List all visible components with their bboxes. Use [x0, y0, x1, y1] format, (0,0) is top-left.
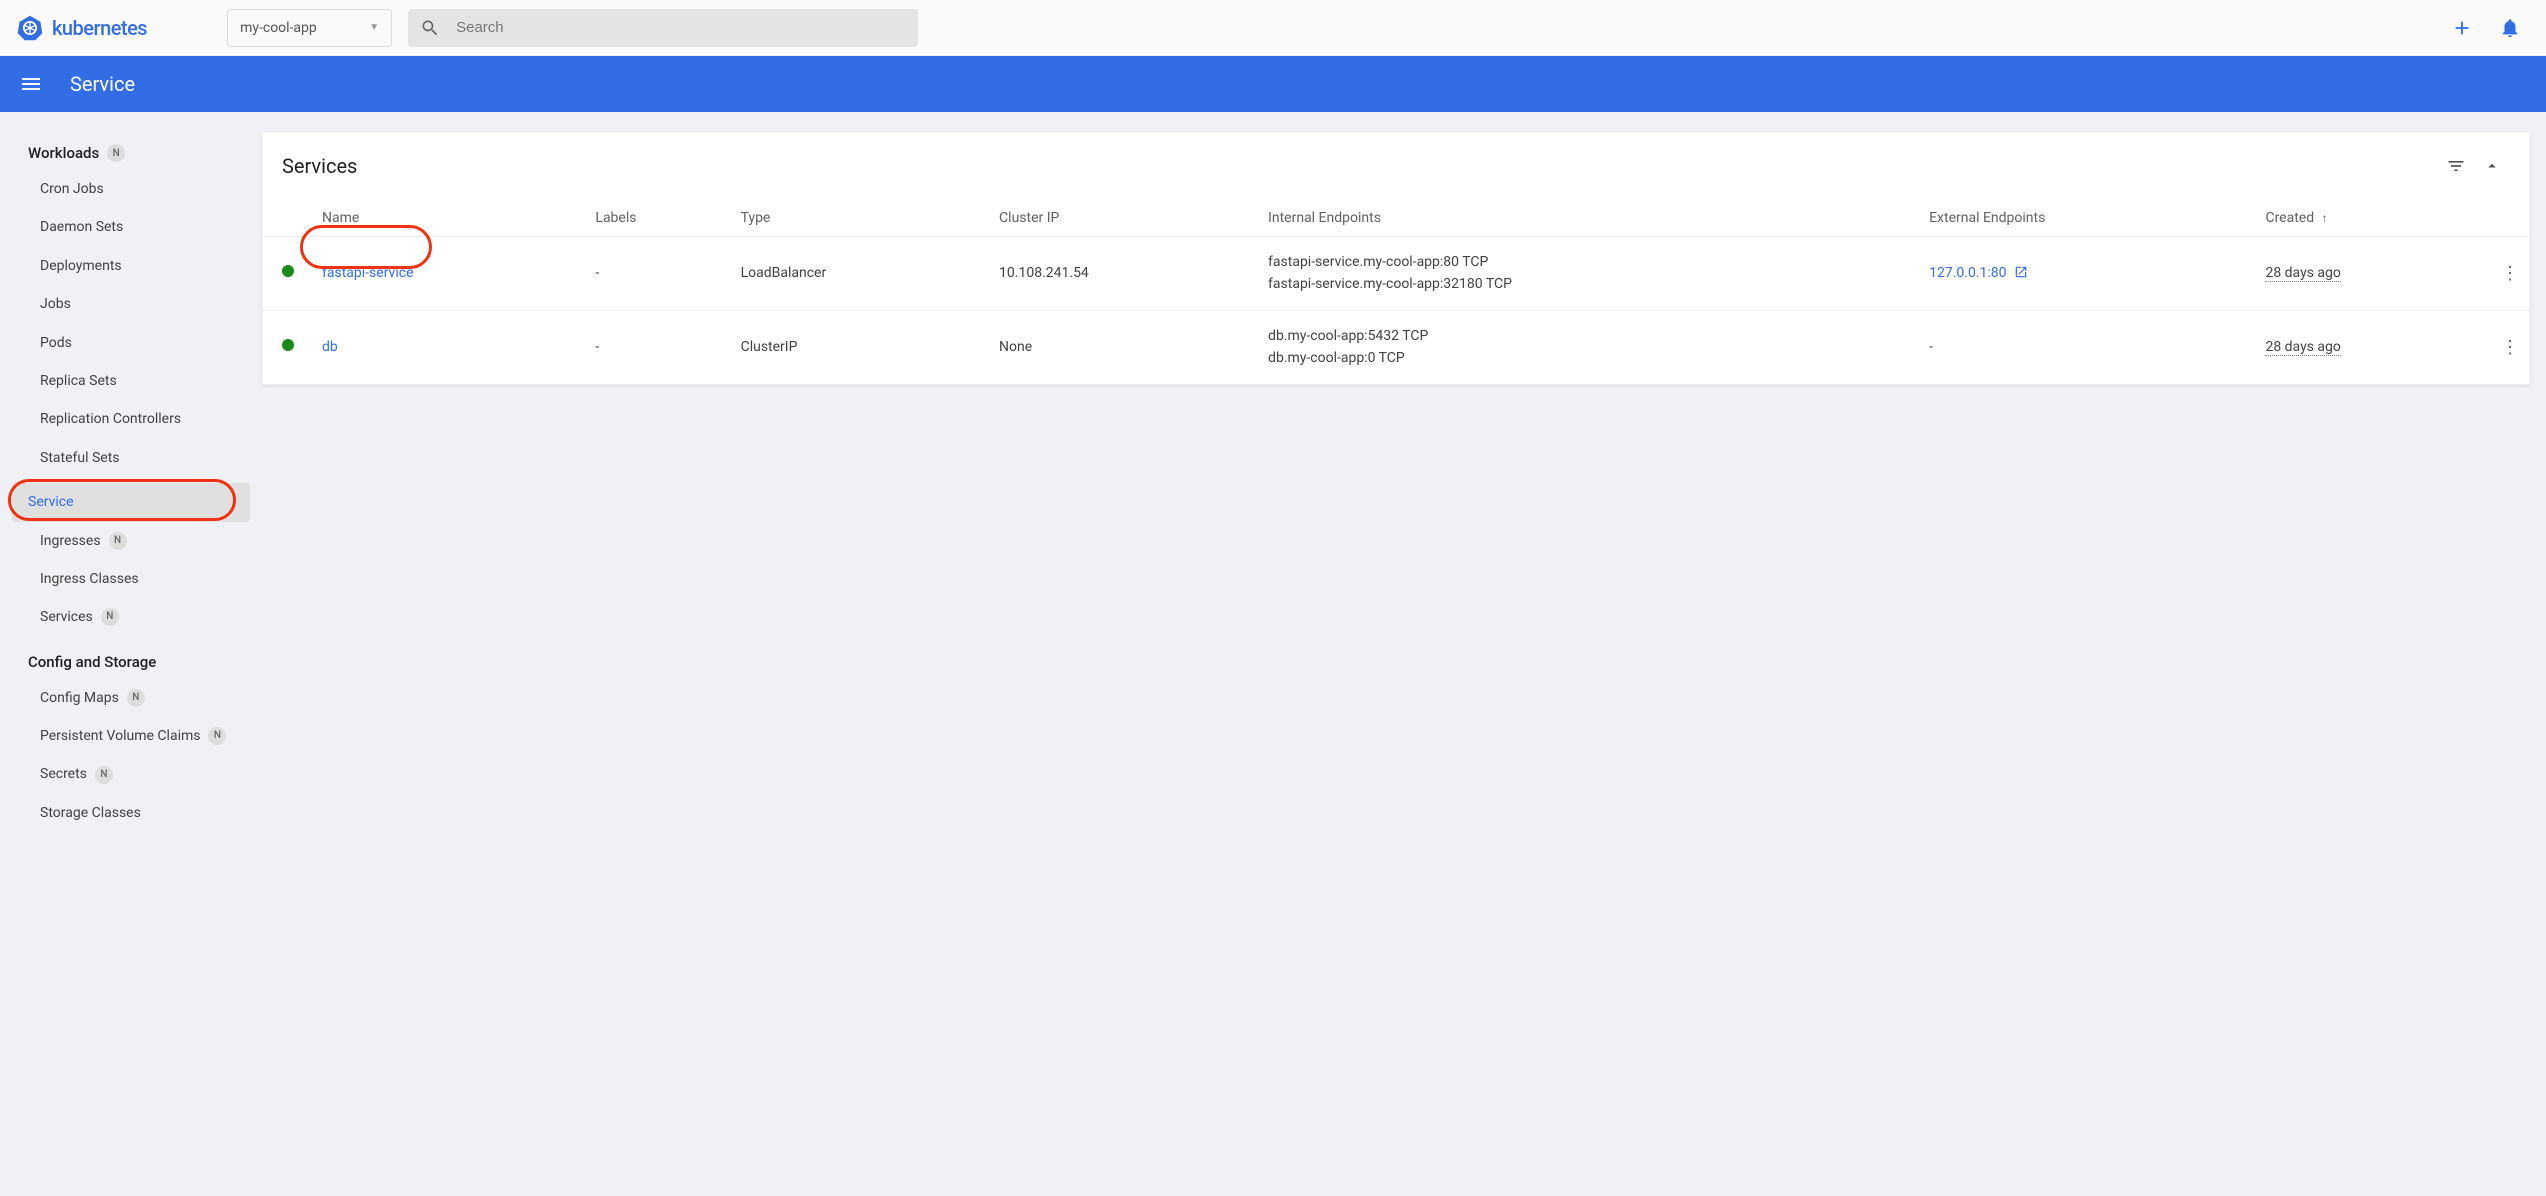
card-title: Services: [282, 154, 2438, 178]
filter-icon: [2446, 156, 2466, 176]
top-header: kubernetes my-cool-app ▼: [0, 0, 2546, 56]
cell-external-ep: 127.0.0.1:80: [1921, 237, 2257, 311]
cell-cluster-ip: None: [991, 310, 1260, 384]
sidebar-section-label: Workloads: [28, 144, 99, 162]
col-type[interactable]: Type: [733, 200, 991, 237]
col-internal-ep[interactable]: Internal Endpoints: [1260, 200, 1921, 237]
namespace-value: my-cool-app: [240, 20, 317, 36]
table-row: fastapi-service - LoadBalancer 10.108.24…: [262, 237, 2530, 311]
sidebar-item-pvc[interactable]: Persistent Volume Claims N: [0, 717, 262, 755]
sidebar-section-config-storage[interactable]: Config and Storage: [0, 645, 262, 679]
external-endpoint-link[interactable]: 127.0.0.1:80: [1929, 265, 2006, 281]
sidebar-item-replica-sets[interactable]: Replica Sets: [0, 362, 262, 400]
services-card: Services Name Labels: [262, 132, 2530, 385]
sidebar-section-label: Config and Storage: [28, 653, 156, 671]
collapse-button[interactable]: [2474, 148, 2510, 184]
cell-type: ClusterIP: [733, 310, 991, 384]
cell-internal-ep: db.my-cool-app:5432 TCP db.my-cool-app:0…: [1260, 310, 1921, 384]
sidebar-item-ingress-classes[interactable]: Ingress Classes: [0, 560, 262, 598]
col-cluster-ip[interactable]: Cluster IP: [991, 200, 1260, 237]
sidebar: Workloads N Cron Jobs Daemon Sets Deploy…: [0, 112, 262, 856]
search-box[interactable]: [408, 9, 918, 47]
sidebar-item-cron-jobs[interactable]: Cron Jobs: [0, 170, 262, 208]
cell-external-ep: -: [1921, 310, 2257, 384]
filter-button[interactable]: [2438, 148, 2474, 184]
card-header: Services: [262, 132, 2530, 200]
plus-icon: [2451, 17, 2473, 39]
cell-labels: -: [587, 310, 732, 384]
badge-n: N: [127, 689, 145, 707]
bell-icon: [2499, 17, 2521, 39]
sort-asc-icon: ↑: [2322, 211, 2328, 225]
col-name[interactable]: Name: [314, 200, 587, 237]
sidebar-item-replication-controllers[interactable]: Replication Controllers: [0, 400, 262, 438]
cell-created: 28 days ago: [2257, 310, 2490, 384]
badge-n: N: [95, 766, 113, 784]
col-labels[interactable]: Labels: [587, 200, 732, 237]
chevron-down-icon: ▼: [369, 22, 379, 33]
service-name-link[interactable]: db: [322, 339, 338, 355]
sidebar-section-label: Service: [28, 491, 74, 513]
col-external-ep[interactable]: External Endpoints: [1921, 200, 2257, 237]
cell-type: LoadBalancer: [733, 237, 991, 311]
main-content: Services Name Labels: [262, 112, 2546, 856]
sidebar-item-ingresses[interactable]: Ingresses N: [0, 522, 262, 560]
kubernetes-icon: [16, 14, 44, 42]
badge-n: N: [208, 727, 226, 745]
badge-n: N: [107, 144, 125, 162]
sidebar-item-daemon-sets[interactable]: Daemon Sets: [0, 208, 262, 246]
cell-cluster-ip: 10.108.241.54: [991, 237, 1260, 311]
table-row: db - ClusterIP None db.my-cool-app:5432 …: [262, 310, 2530, 384]
notifications-button[interactable]: [2490, 8, 2530, 48]
search-icon: [420, 18, 440, 38]
badge-n: N: [101, 608, 119, 626]
cell-created: 28 days ago: [2257, 237, 2490, 311]
create-button[interactable]: [2442, 8, 2482, 48]
sidebar-item-deployments[interactable]: Deployments: [0, 247, 262, 285]
cell-labels: -: [587, 237, 732, 311]
sidebar-item-secrets[interactable]: Secrets N: [0, 755, 262, 793]
row-actions-button[interactable]: ⋮: [2501, 337, 2519, 358]
cell-internal-ep: fastapi-service.my-cool-app:80 TCP fasta…: [1260, 237, 1921, 311]
brand-text: kubernetes: [52, 16, 147, 40]
search-input[interactable]: [456, 19, 906, 36]
badge-n: N: [109, 532, 127, 550]
menu-toggle-button[interactable]: [16, 69, 46, 99]
service-name-link[interactable]: fastapi-service: [322, 265, 414, 281]
chevron-up-icon: [2483, 157, 2501, 175]
sidebar-item-config-maps[interactable]: Config Maps N: [0, 679, 262, 717]
action-bar: Service: [0, 56, 2546, 112]
sidebar-item-storage-classes[interactable]: Storage Classes: [0, 794, 262, 832]
sidebar-item-stateful-sets[interactable]: Stateful Sets: [0, 439, 262, 477]
hamburger-icon: [19, 72, 43, 96]
services-table: Name Labels Type Cluster IP Internal End…: [262, 200, 2530, 385]
table-header-row: Name Labels Type Cluster IP Internal End…: [262, 200, 2530, 237]
page-title: Service: [70, 72, 135, 96]
brand-logo[interactable]: kubernetes: [16, 14, 147, 42]
sidebar-item-jobs[interactable]: Jobs: [0, 285, 262, 323]
sidebar-section-workloads[interactable]: Workloads N: [0, 136, 262, 170]
sidebar-item-services[interactable]: Services N: [0, 598, 262, 636]
row-actions-button[interactable]: ⋮: [2501, 263, 2519, 284]
sidebar-item-pods[interactable]: Pods: [0, 324, 262, 362]
col-created[interactable]: Created ↑: [2257, 200, 2490, 237]
namespace-selector[interactable]: my-cool-app ▼: [227, 9, 392, 47]
sidebar-section-service[interactable]: Service: [12, 483, 250, 521]
open-in-new-icon: [2014, 265, 2028, 279]
status-dot-running: [282, 339, 294, 351]
status-dot-running: [282, 265, 294, 277]
